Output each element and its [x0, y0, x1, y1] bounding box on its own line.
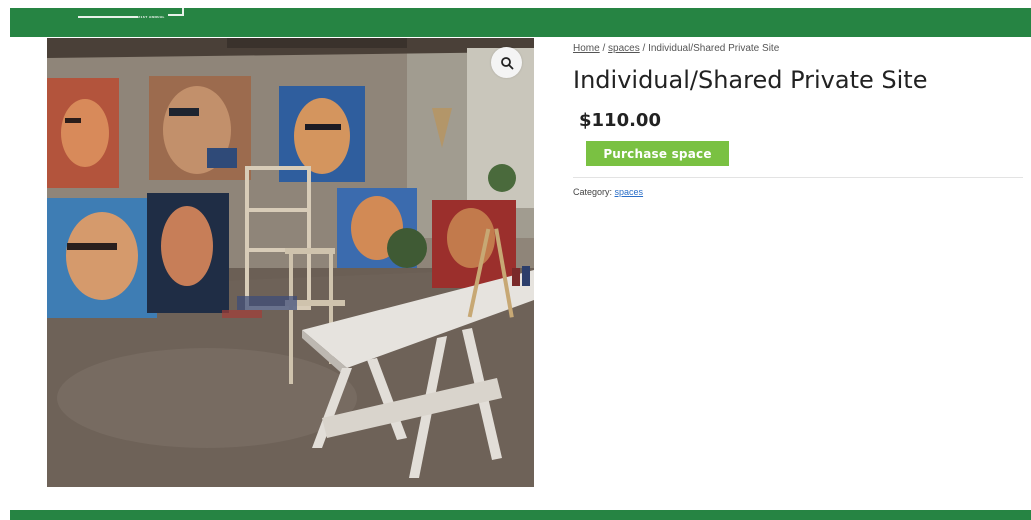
magnifier-icon [500, 56, 513, 69]
product-category: Category: spaces [573, 187, 643, 197]
product-title: Individual/Shared Private Site [573, 66, 928, 94]
breadcrumb-home-link[interactable]: Home [573, 43, 600, 54]
site-footer [10, 510, 1031, 520]
product-image[interactable] [47, 38, 534, 487]
art-studio-photo [47, 38, 534, 487]
logo-line [78, 16, 138, 18]
logo-tagline: 21ST ANNUAL [138, 15, 165, 19]
breadcrumb-separator: / [639, 43, 649, 54]
breadcrumb: Home / spaces / Individual/Shared Privat… [573, 43, 779, 54]
logo-bracket [168, 8, 184, 16]
site-logo[interactable]: 21ST ANNUAL [68, 8, 188, 28]
breadcrumb-current: Individual/Shared Private Site [648, 43, 780, 54]
product-price: $110.00 [579, 110, 661, 131]
site-header: 21ST ANNUAL [10, 8, 1031, 37]
breadcrumb-spaces-link[interactable]: spaces [608, 43, 640, 54]
category-label: Category: [573, 187, 615, 197]
purchase-button[interactable]: Purchase space [586, 141, 729, 166]
category-link[interactable]: spaces [615, 187, 644, 197]
image-zoom-button[interactable] [491, 47, 522, 78]
divider [573, 177, 1023, 178]
breadcrumb-separator: / [599, 43, 609, 54]
